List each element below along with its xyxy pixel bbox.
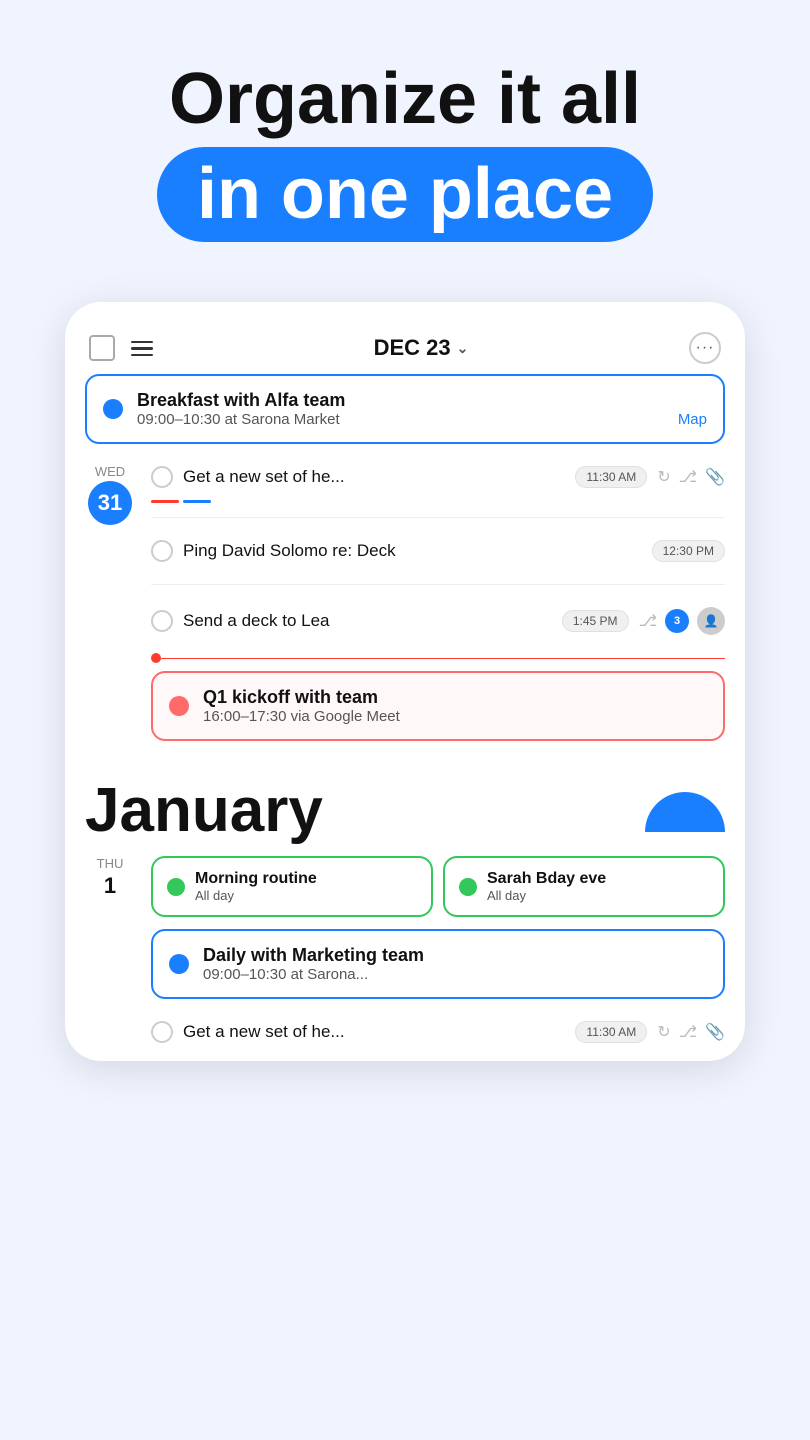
top-bar-left xyxy=(89,335,153,361)
sarah-title: Sarah Bday eve xyxy=(487,870,709,888)
subtask-icon: ⎇ xyxy=(679,467,697,487)
blue-dot xyxy=(103,399,123,419)
refresh-icon: ↻ xyxy=(657,467,670,487)
tasks-column: Get a new set of he... 11:30 AM ↻ ⎇ 📎 xyxy=(151,458,725,643)
time-hr xyxy=(161,658,725,660)
task-icons-1: ↻ ⎇ 📎 xyxy=(657,467,725,487)
divider xyxy=(151,584,725,585)
time-dot xyxy=(151,653,161,663)
green-events-row: Morning routine All day Sarah Bday eve A… xyxy=(151,856,725,917)
map-link[interactable]: Map xyxy=(678,411,707,428)
time-badge-3: 1:45 PM xyxy=(562,610,629,632)
top-bar: DEC 23 ⌄ ··· xyxy=(65,322,745,374)
time-badge-2: 12:30 PM xyxy=(652,540,725,562)
green-dot-2 xyxy=(459,878,477,896)
square-icon[interactable] xyxy=(89,335,115,361)
hero-title-line1: Organize it all xyxy=(169,60,641,139)
wed-day-name: WED xyxy=(95,464,125,479)
thu-day-number: 1 xyxy=(104,873,116,899)
sarah-subtitle: All day xyxy=(487,888,709,903)
underline-red xyxy=(151,500,179,503)
q1-event-wrapper: Q1 kickoff with team 16:00–17:30 via Goo… xyxy=(85,671,725,741)
thu-tasks-column: Morning routine All day Sarah Bday eve A… xyxy=(151,856,725,1051)
breakfast-event-card[interactable]: Breakfast with Alfa team 09:00–10:30 at … xyxy=(85,374,725,444)
attach-icon: 📎 xyxy=(705,1022,725,1042)
task-row-2[interactable]: Ping David Solomo re: Deck 12:30 PM xyxy=(151,532,725,570)
daily-info: Daily with Marketing team 09:00–10:30 at… xyxy=(203,945,707,983)
bottom-task-text: Get a new set of he... xyxy=(183,1022,565,1042)
month-title: January xyxy=(85,775,323,846)
task-row-3[interactable]: Send a deck to Lea 1:45 PM ⎇ 3 👤 xyxy=(151,599,725,643)
morning-info: Morning routine All day xyxy=(195,870,417,903)
task-checkbox-1[interactable] xyxy=(151,466,173,488)
sarah-info: Sarah Bday eve All day xyxy=(487,870,709,903)
time-badge-1: 11:30 AM xyxy=(575,466,647,488)
hero-section: Organize it all in one place xyxy=(0,0,810,272)
table-row: Get a new set of he... 11:30 AM ↻ ⎇ 📎 xyxy=(151,458,725,503)
wed-day-number: 31 xyxy=(88,481,132,525)
q1-subtitle: 16:00–17:30 via Google Meet xyxy=(203,708,707,725)
q1-event-card[interactable]: Q1 kickoff with team 16:00–17:30 via Goo… xyxy=(151,671,725,741)
attach-icon: 📎 xyxy=(705,467,725,487)
hero-title-line2-wrapper: in one place xyxy=(157,147,653,242)
more-icon[interactable]: ··· xyxy=(689,332,721,364)
bottom-task-checkbox[interactable] xyxy=(151,1021,173,1043)
half-circle-decoration xyxy=(645,792,725,832)
task-underlines xyxy=(151,500,725,503)
red-dot xyxy=(169,696,189,716)
breakfast-title: Breakfast with Alfa team xyxy=(137,390,707,411)
task-checkbox-2[interactable] xyxy=(151,540,173,562)
task-text-1: Get a new set of he... xyxy=(183,467,565,487)
daily-marketing-card[interactable]: Daily with Marketing team 09:00–10:30 at… xyxy=(151,929,725,999)
jan-section: THU 1 Morning routine All day xyxy=(65,856,745,1061)
sarah-bday-card[interactable]: Sarah Bday eve All day xyxy=(443,856,725,917)
q1-title: Q1 kickoff with team xyxy=(203,687,707,708)
task-text-2: Ping David Solomo re: Deck xyxy=(183,541,642,561)
task-text-3: Send a deck to Lea xyxy=(183,611,552,631)
morning-routine-card[interactable]: Morning routine All day xyxy=(151,856,433,917)
calendar-body: Breakfast with Alfa team 09:00–10:30 at … xyxy=(65,374,745,741)
underline-blue xyxy=(183,500,211,503)
breakfast-subtitle: 09:00–10:30 at Sarona Market Map xyxy=(137,411,707,428)
daily-title: Daily with Marketing team xyxy=(203,945,707,966)
refresh-icon: ↻ xyxy=(657,1022,670,1042)
task-row-1[interactable]: Get a new set of he... 11:30 AM ↻ ⎇ 📎 xyxy=(151,458,725,496)
current-time-line xyxy=(85,653,725,663)
jan-day-section: THU 1 Morning routine All day xyxy=(85,856,725,1051)
hero-title-line2: in one place xyxy=(197,155,613,234)
task-checkbox-3[interactable] xyxy=(151,610,173,632)
phone-container: DEC 23 ⌄ ··· Breakfast with Alfa team 09… xyxy=(65,302,745,1061)
date-label: DEC 23 xyxy=(374,335,451,361)
subtask-icon: ⎇ xyxy=(679,1022,697,1042)
morning-title: Morning routine xyxy=(195,870,417,888)
daily-subtitle: 09:00–10:30 at Sarona... xyxy=(203,966,707,983)
month-header: January xyxy=(65,755,745,856)
subtask-icon: ⎇ xyxy=(639,611,657,631)
comment-count-bubble: 3 xyxy=(665,609,689,633)
divider xyxy=(151,517,725,518)
wed-day-label: WED 31 xyxy=(85,458,135,643)
q1-event-info: Q1 kickoff with team 16:00–17:30 via Goo… xyxy=(203,687,707,725)
task-icons-3: ⎇ 3 👤 xyxy=(639,607,725,635)
thu-day-label: THU 1 xyxy=(85,856,135,1051)
morning-subtitle: All day xyxy=(195,888,417,903)
blue-dot-2 xyxy=(169,954,189,974)
hamburger-icon[interactable] xyxy=(131,341,153,357)
wed-day-section: WED 31 Get a new set of he... 11:30 AM ↻… xyxy=(85,458,725,643)
bottom-task-icons: ↻ ⎇ 📎 xyxy=(657,1022,725,1042)
bottom-time-badge: 11:30 AM xyxy=(575,1021,647,1043)
avatar: 👤 xyxy=(697,607,725,635)
bottom-task-row[interactable]: Get a new set of he... 11:30 AM ↻ ⎇ 📎 xyxy=(151,1013,725,1051)
chevron-down-icon: ⌄ xyxy=(457,340,469,357)
green-dot-1 xyxy=(167,878,185,896)
thu-day-name: THU xyxy=(97,856,124,871)
breakfast-event-info: Breakfast with Alfa team 09:00–10:30 at … xyxy=(137,390,707,428)
date-title[interactable]: DEC 23 ⌄ xyxy=(374,335,469,361)
